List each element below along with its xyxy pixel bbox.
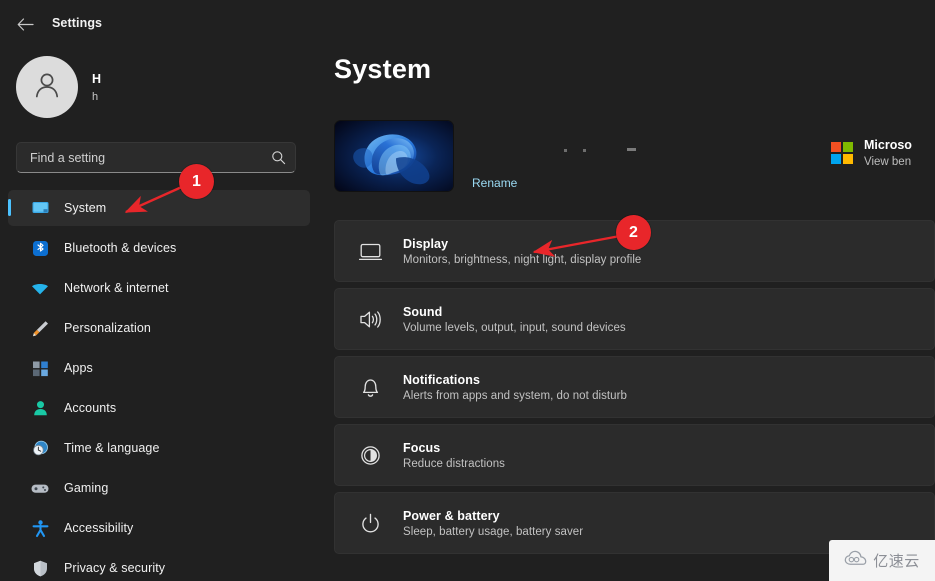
- user-profile[interactable]: H h: [16, 52, 301, 122]
- back-button[interactable]: [10, 11, 40, 37]
- sidebar-item-gaming[interactable]: Gaming: [8, 470, 310, 506]
- wifi-icon: [30, 278, 50, 298]
- device-summary-card: Rename: [334, 120, 834, 192]
- annotation-badge-1: 1: [179, 164, 214, 199]
- sidebar-item-personalization[interactable]: Personalization: [8, 310, 310, 346]
- row-subtitle: Sleep, battery usage, battery saver: [403, 525, 584, 538]
- account-person-icon: [30, 398, 50, 418]
- sidebar-item-label: System: [64, 201, 107, 215]
- sidebar-item-label: Apps: [64, 361, 93, 375]
- row-subtitle: Alerts from apps and system, do not dist…: [403, 389, 627, 402]
- accessibility-person-icon: [30, 518, 50, 538]
- sidebar-item-apps[interactable]: Apps: [8, 350, 310, 386]
- display-monitor-icon: [357, 238, 383, 264]
- sidebar-item-label: Personalization: [64, 321, 151, 335]
- row-subtitle: Volume levels, output, input, sound devi…: [403, 321, 626, 334]
- row-title: Power & battery: [403, 508, 500, 523]
- sidebar-item-time-language[interactable]: Time & language: [8, 430, 310, 466]
- main-content: System Rename Microso View ben Display M…: [318, 46, 935, 581]
- cloud-logo-icon: [844, 550, 868, 572]
- person-avatar-icon: [30, 68, 64, 107]
- sidebar-item-label: Network & internet: [64, 281, 169, 295]
- power-icon: [357, 510, 383, 536]
- page-title: System: [334, 54, 432, 84]
- search-input[interactable]: [30, 150, 269, 165]
- sidebar-item-label: Gaming: [64, 481, 109, 495]
- row-title: Notifications: [403, 372, 480, 387]
- paintbrush-icon: [30, 318, 50, 338]
- microsoft-card-subtitle[interactable]: View ben: [864, 156, 912, 168]
- back-arrow-icon: [17, 17, 34, 31]
- avatar: [16, 56, 78, 118]
- rename-link[interactable]: Rename: [472, 176, 517, 190]
- sidebar: H h Sys: [0, 46, 318, 581]
- sidebar-item-system[interactable]: System: [8, 190, 310, 226]
- sidebar-item-privacy-security[interactable]: Privacy & security: [8, 550, 310, 581]
- annotation-badge-2: 2: [616, 215, 651, 250]
- device-info: Rename: [472, 120, 636, 192]
- redacted-device-mark: [627, 148, 636, 151]
- profile-name: H: [92, 71, 102, 86]
- sidebar-item-label: Time & language: [64, 441, 160, 455]
- clock-globe-icon: [30, 438, 50, 458]
- row-subtitle: Reduce distractions: [403, 457, 505, 470]
- windows-bloom-wallpaper: [334, 120, 454, 192]
- row-title: Focus: [403, 440, 441, 455]
- settings-row-focus[interactable]: Focus Reduce distractions: [334, 424, 935, 486]
- sidebar-item-label: Accounts: [64, 401, 117, 415]
- sidebar-nav: System Bluetooth & devices Network & int…: [8, 190, 310, 581]
- search-icon[interactable]: [269, 149, 287, 167]
- sidebar-item-network-internet[interactable]: Network & internet: [8, 270, 310, 306]
- settings-window: Settings H h Find a setting System Bluet…: [0, 0, 935, 581]
- row-title: Display: [403, 236, 449, 251]
- speaker-sound-icon: [357, 306, 383, 332]
- sidebar-item-accessibility[interactable]: Accessibility: [8, 510, 310, 546]
- sidebar-item-label: Privacy & security: [64, 561, 166, 575]
- redacted-device-text: [564, 149, 586, 152]
- settings-row-notifications[interactable]: Notifications Alerts from apps and syste…: [334, 356, 935, 418]
- sidebar-item-bluetooth-devices[interactable]: Bluetooth & devices: [8, 230, 310, 266]
- title-bar: Settings: [0, 0, 935, 46]
- row-title: Sound: [403, 304, 443, 319]
- microsoft-logo-icon: [831, 142, 853, 164]
- sidebar-item-accounts[interactable]: Accounts: [8, 390, 310, 426]
- settings-row-sound[interactable]: Sound Volume levels, output, input, soun…: [334, 288, 935, 350]
- search-box[interactable]: [16, 142, 296, 173]
- sidebar-item-label: Bluetooth & devices: [64, 241, 177, 255]
- microsoft-card-title: Microso: [864, 138, 912, 152]
- profile-email: h: [92, 90, 99, 103]
- shield-icon: [30, 558, 50, 578]
- watermark: 亿速云: [829, 540, 935, 581]
- apps-grid-icon: [30, 358, 50, 378]
- bluetooth-icon: [30, 238, 50, 258]
- window-title: Settings: [52, 16, 103, 30]
- focus-moon-icon: [357, 442, 383, 468]
- row-subtitle: Monitors, brightness, night light, displ…: [403, 253, 642, 266]
- settings-rows: Display Monitors, brightness, night ligh…: [334, 220, 935, 560]
- microsoft-365-card[interactable]: Microso View ben: [831, 120, 935, 186]
- bell-notification-icon: [357, 374, 383, 400]
- gamepad-icon: [30, 478, 50, 498]
- sidebar-item-label: Accessibility: [64, 521, 134, 535]
- display-monitor-icon: [30, 198, 50, 218]
- watermark-text: 亿速云: [873, 552, 920, 570]
